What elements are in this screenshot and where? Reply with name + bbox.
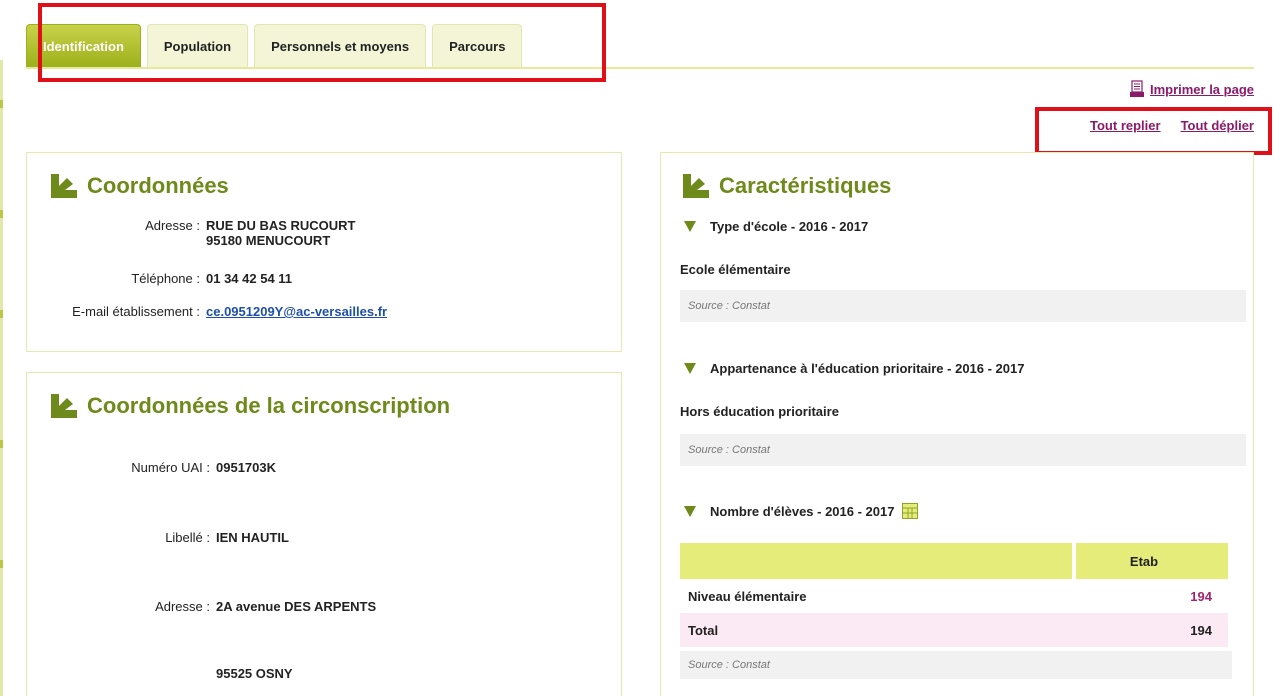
table-header-etab: Etab (1072, 543, 1228, 579)
prioritaire-heading: Appartenance à l'éducation prioritaire -… (710, 361, 1025, 376)
print-page[interactable]: Imprimer la page (1129, 80, 1254, 98)
expanded-triangle-icon (684, 221, 696, 232)
address-label: Adresse : (145, 218, 200, 233)
row-value: 194 (1190, 622, 1212, 638)
tab-parcours[interactable]: Parcours (432, 24, 523, 68)
uai-value: 0951703K (216, 460, 276, 475)
arrow-icon (51, 394, 77, 418)
expand-all-link[interactable]: Tout déplier (1181, 118, 1254, 133)
coordonnees-panel: Coordonnées (26, 152, 622, 352)
table-icon[interactable] (902, 503, 919, 519)
type-ecole-source: Source : Constat (680, 290, 1246, 322)
table-row: Niveau élémentaire 194 (680, 579, 1228, 613)
tab-underline (26, 67, 1254, 69)
arrow-icon (51, 174, 77, 198)
printer-icon (1129, 80, 1144, 97)
table-header-empty (680, 543, 1072, 579)
type-ecole-toggle[interactable]: Type d'école - 2016 - 2017 (684, 219, 868, 234)
circ-address-line1: 2A avenue DES ARPENTS (216, 599, 377, 614)
coordonnees-heading: Coordonnées (51, 173, 229, 199)
tab-personnels-et-moyens[interactable]: Personnels et moyens (254, 24, 427, 68)
address-value: RUE DU BAS RUCOURT 95180 MENUCOURT (206, 218, 356, 248)
uai-label: Numéro UAI : (131, 460, 210, 475)
phone-row: Téléphone : 01 34 42 54 11 (100, 271, 292, 286)
arrow-icon (683, 174, 709, 198)
phone-value: 01 34 42 54 11 (206, 271, 293, 286)
email-row: E-mail établissement : ce.0951209Y@ac-ve… (60, 304, 387, 319)
print-page-link[interactable]: Imprimer la page (1150, 82, 1254, 97)
eleves-toggle[interactable]: Nombre d'élèves - 2016 - 2017 (684, 503, 919, 519)
row-label: Total (688, 622, 719, 638)
email-link[interactable]: ce.0951209Y@ac-versailles.fr (206, 304, 387, 319)
libelle-row: Libellé : IEN HAUTIL (100, 530, 289, 545)
address-row: Adresse : RUE DU BAS RUCOURT 95180 MENUC… (100, 218, 356, 248)
uai-row: Numéro UAI : 0951703K (100, 460, 276, 475)
collapse-all-link[interactable]: Tout replier (1090, 118, 1161, 133)
prioritaire-toggle[interactable]: Appartenance à l'éducation prioritaire -… (684, 361, 1024, 376)
tab-bar: Identification Population Personnels et … (26, 24, 523, 68)
libelle-label: Libellé : (165, 530, 210, 545)
email-value: ce.0951209Y@ac-versailles.fr (206, 304, 387, 319)
circ-address-row: Adresse : 2A avenue DES ARPENTS (100, 599, 376, 614)
table-row-total: Total 194 (680, 613, 1228, 647)
libelle-value: IEN HAUTIL (216, 530, 289, 545)
type-ecole-value: Ecole élémentaire (680, 262, 791, 277)
table-header-row: Etab (680, 543, 1228, 579)
email-label: E-mail établissement : (72, 304, 200, 319)
row-label: Niveau élémentaire (688, 588, 807, 604)
circonscription-heading: Coordonnées de la circonscription (51, 393, 450, 419)
phone-label: Téléphone : (131, 271, 200, 286)
expanded-triangle-icon (684, 505, 696, 517)
caracteristiques-heading: Caractéristiques (683, 173, 891, 199)
prioritaire-value: Hors éducation prioritaire (680, 404, 839, 419)
type-ecole-heading: Type d'école - 2016 - 2017 (710, 219, 869, 234)
tab-identification[interactable]: Identification (26, 24, 141, 68)
circ-address-line2-row: 95525 OSNY (100, 666, 293, 681)
left-rule (0, 60, 3, 696)
expanded-triangle-icon (684, 363, 696, 374)
eleves-source: Source : Constat (680, 651, 1232, 679)
eleves-heading: Nombre d'élèves - 2016 - 2017 (710, 503, 895, 519)
tab-population[interactable]: Population (146, 24, 249, 68)
eleves-table: Etab Niveau élémentaire 194 Total 194 (680, 543, 1228, 647)
circ-address-label: Adresse : (155, 599, 210, 614)
row-value: 194 (1190, 588, 1212, 604)
fold-controls: Tout replier Tout déplier (1090, 118, 1254, 133)
circ-address-line2: 95525 OSNY (216, 666, 293, 681)
prioritaire-source: Source : Constat (680, 434, 1246, 466)
